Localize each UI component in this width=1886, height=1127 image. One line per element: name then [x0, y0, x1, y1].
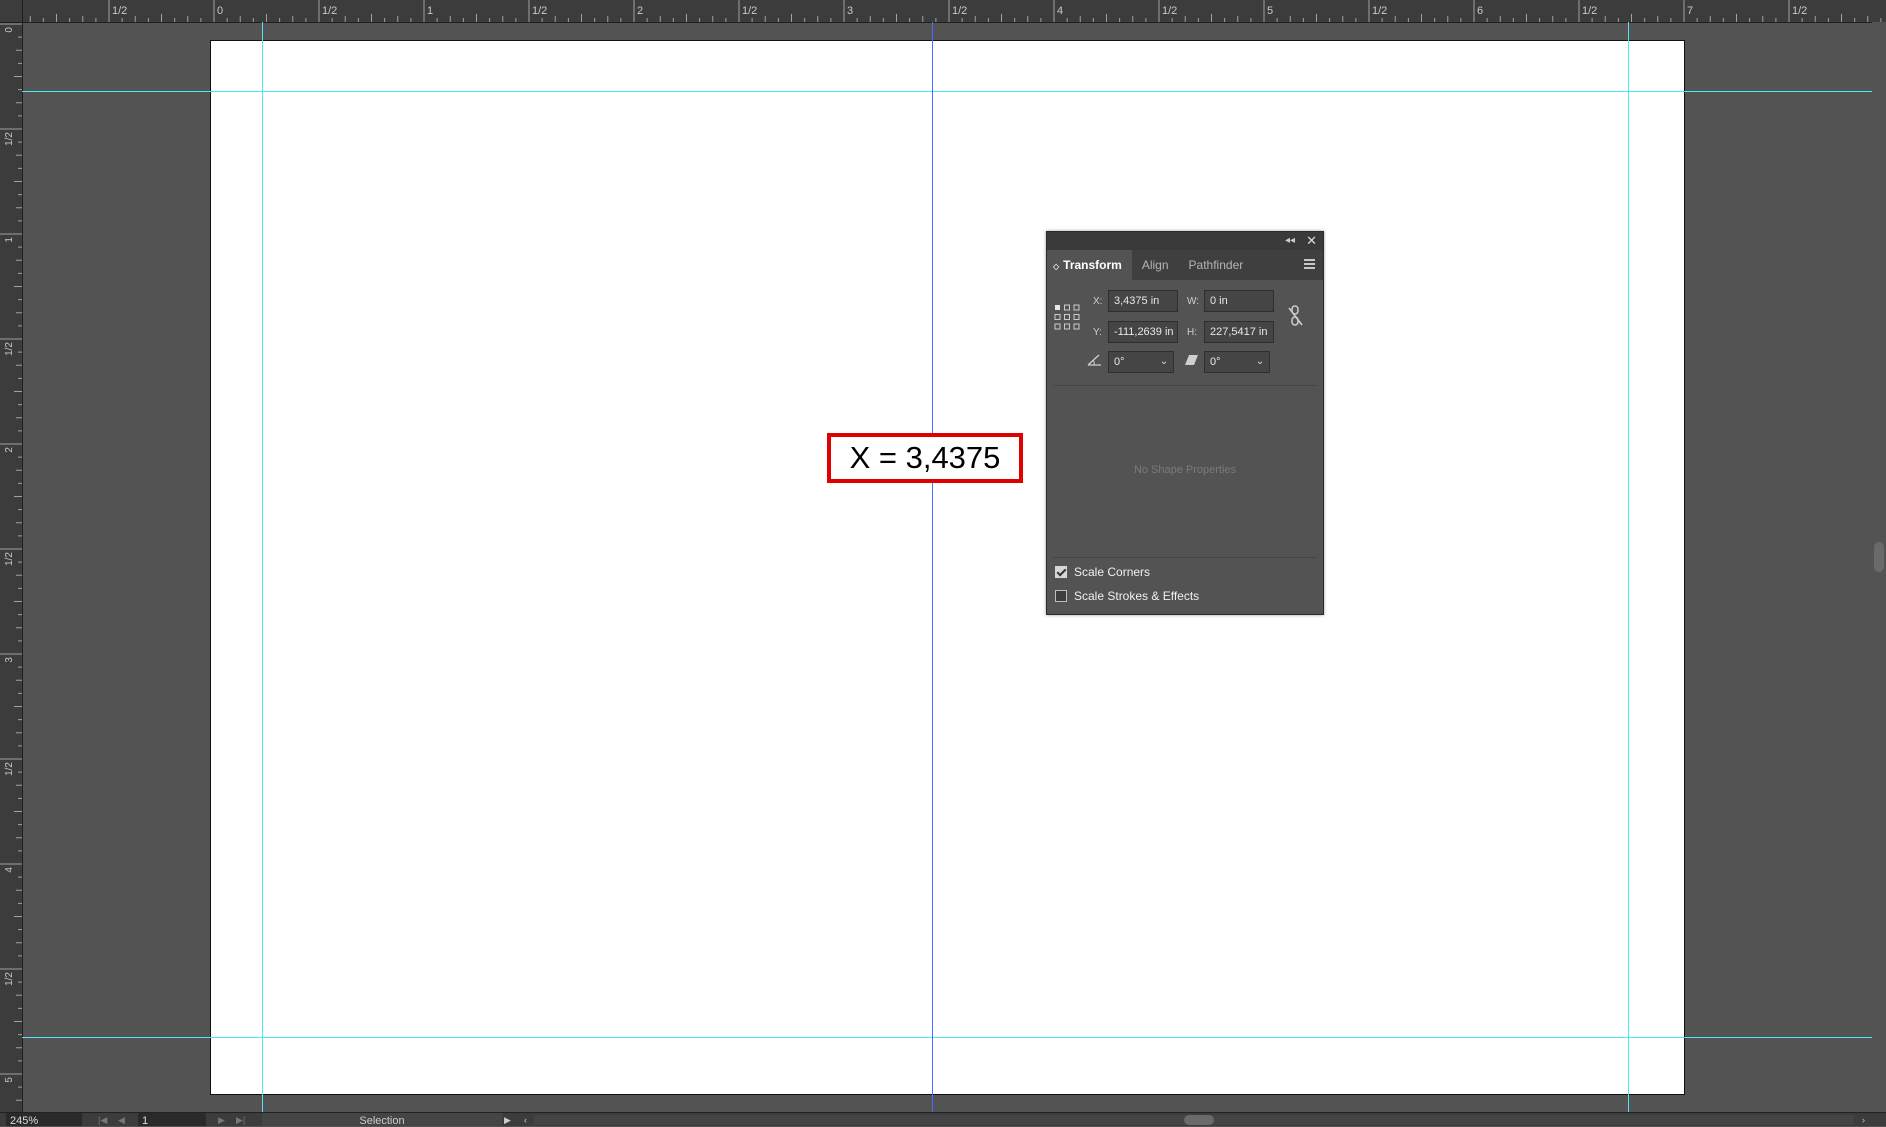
y-label: Y: — [1093, 327, 1102, 338]
ruler-label: 7 — [1687, 5, 1694, 17]
zoom-dropdown[interactable]: 245% — [6, 1113, 82, 1126]
guide-vertical-right[interactable] — [1628, 22, 1629, 1112]
scale-strokes-option[interactable]: Scale Strokes & Effects — [1055, 588, 1199, 604]
x-value-annotation: X = 3,4375 — [827, 433, 1023, 483]
ruler-label: 1/2 — [4, 552, 15, 566]
h-field[interactable]: 227,5417 in — [1204, 321, 1274, 343]
ruler-label: 1/2 — [1162, 5, 1178, 17]
horizontal-ruler[interactable]: 1/2 0 1/2 1 1/2 2 1/2 3 1/2 4 1/2 5 1/2 6 1/2 7 1/2 — [0, 0, 1886, 23]
ruler-label: 1/2 — [4, 342, 15, 356]
shear-field[interactable]: 0° ⌄ — [1204, 351, 1270, 373]
tab-pathfinder-label: Pathfinder — [1188, 258, 1244, 272]
horizontal-scroll-thumb[interactable] — [1184, 1115, 1214, 1125]
ruler-label: 1/2 — [742, 5, 758, 17]
w-field[interactable]: 0 in — [1204, 290, 1274, 312]
ruler-label: 1/2 — [1792, 5, 1808, 17]
page-dropdown[interactable]: 1 — [138, 1113, 206, 1126]
ruler-label: 0 — [217, 5, 224, 17]
status-tool-display[interactable]: Selection — [262, 1113, 502, 1126]
ruler-label: 1/2 — [532, 5, 548, 17]
transform-panel: ◂◂ ✕ ◇ Transform Align Pathfinder X: 3,43… — [1046, 231, 1324, 615]
vertical-scrollbar[interactable] — [1872, 22, 1886, 1112]
page-value: 1 — [142, 1115, 149, 1126]
divider — [1053, 385, 1317, 386]
x-field[interactable]: 3,4375 in — [1108, 290, 1178, 312]
chevron-down-icon[interactable]: ⌄ — [1254, 355, 1266, 369]
selected-path-line[interactable] — [932, 22, 933, 1112]
ruler-label: 1/2 — [4, 972, 15, 986]
no-shape-properties-text: No Shape Properties — [1133, 464, 1237, 476]
tab-pathfinder[interactable]: Pathfinder — [1179, 250, 1254, 280]
ruler-label: 3 — [847, 5, 854, 17]
tab-align[interactable]: Align — [1132, 250, 1179, 280]
constrain-proportions-link-icon[interactable] — [1286, 304, 1306, 328]
tab-transform-label: Transform — [1063, 258, 1122, 272]
ruler-label: 1 — [4, 237, 15, 243]
guide-vertical-left[interactable] — [262, 22, 263, 1112]
guide-horizontal-top[interactable] — [22, 91, 1872, 92]
vertical-scroll-thumb[interactable] — [1874, 542, 1884, 572]
ruler-label: 5 — [4, 1077, 15, 1083]
close-icon[interactable]: ✕ — [1306, 233, 1317, 249]
ruler-label: 0 — [4, 27, 15, 33]
ruler-label: 1/2 — [952, 5, 968, 17]
ruler-label: 4 — [1057, 5, 1064, 17]
status-bar: 245% |◀ ◀ 1 ▶ ▶| Selection ▶ ‹ › — [0, 1112, 1886, 1126]
ruler-origin[interactable] — [0, 0, 23, 23]
w-label: W: — [1187, 296, 1200, 307]
scale-corners-label: Scale Corners — [1074, 565, 1151, 579]
ruler-label: 1/2 — [4, 762, 15, 776]
ruler-label: 1/2 — [1582, 5, 1598, 17]
ruler-label: 1/2 — [112, 5, 128, 17]
guide-horizontal-bottom[interactable] — [22, 1037, 1872, 1038]
collapse-panel-icon[interactable]: ◂◂ — [1285, 235, 1295, 246]
panel-tabs: ◇ Transform Align Pathfinder — [1047, 250, 1323, 280]
h-label: H: — [1187, 327, 1197, 338]
annotation-text: X = 3,4375 — [849, 440, 1001, 475]
rotate-value: 0° — [1114, 356, 1125, 368]
scale-strokes-checkbox[interactable] — [1055, 590, 1067, 602]
horizontal-ruler-ticks — [3, 0, 1882, 22]
ruler-label: 6 — [1477, 5, 1484, 17]
chevron-down-icon[interactable]: ⌄ — [1158, 355, 1170, 369]
shear-value: 0° — [1210, 356, 1221, 368]
vertical-ruler[interactable]: 0 1/2 1 1/2 2 1/2 3 1/2 4 1/2 5 — [0, 0, 23, 1112]
ruler-label: 1 — [427, 5, 434, 17]
ruler-label: 4 — [4, 867, 15, 873]
tab-transform[interactable]: ◇ Transform — [1047, 250, 1132, 280]
scale-corners-checkbox[interactable] — [1055, 566, 1067, 578]
shear-angle-icon — [1185, 355, 1198, 365]
scale-corners-option[interactable]: Scale Corners — [1055, 564, 1150, 580]
ruler-label: 1/2 — [1372, 5, 1388, 17]
divider — [1053, 557, 1317, 558]
x-label: X: — [1093, 296, 1103, 307]
ruler-label: 5 — [1267, 5, 1274, 17]
ruler-label: 1/2 — [322, 5, 338, 17]
panel-titlebar[interactable]: ◂◂ ✕ — [1047, 232, 1323, 250]
rotate-angle-icon — [1087, 354, 1101, 366]
horizontal-scrollbar[interactable] — [534, 1115, 1854, 1125]
ruler-label: 3 — [4, 657, 15, 663]
tab-align-label: Align — [1141, 258, 1169, 272]
zoom-value: 245% — [10, 1115, 39, 1126]
ruler-label: 1/2 — [4, 132, 15, 146]
ruler-label: 2 — [4, 447, 15, 453]
y-field[interactable]: -111,2639 in — [1108, 321, 1178, 343]
rotate-field[interactable]: 0° ⌄ — [1108, 351, 1174, 373]
ruler-label: 2 — [637, 5, 644, 17]
panel-menu-icon[interactable] — [1304, 259, 1315, 269]
tab-toggle-icon: ◇ — [1053, 262, 1060, 271]
reference-point-grid-icon[interactable] — [1054, 304, 1080, 330]
scale-strokes-label: Scale Strokes & Effects — [1074, 589, 1200, 603]
artboard[interactable] — [210, 40, 1685, 1095]
